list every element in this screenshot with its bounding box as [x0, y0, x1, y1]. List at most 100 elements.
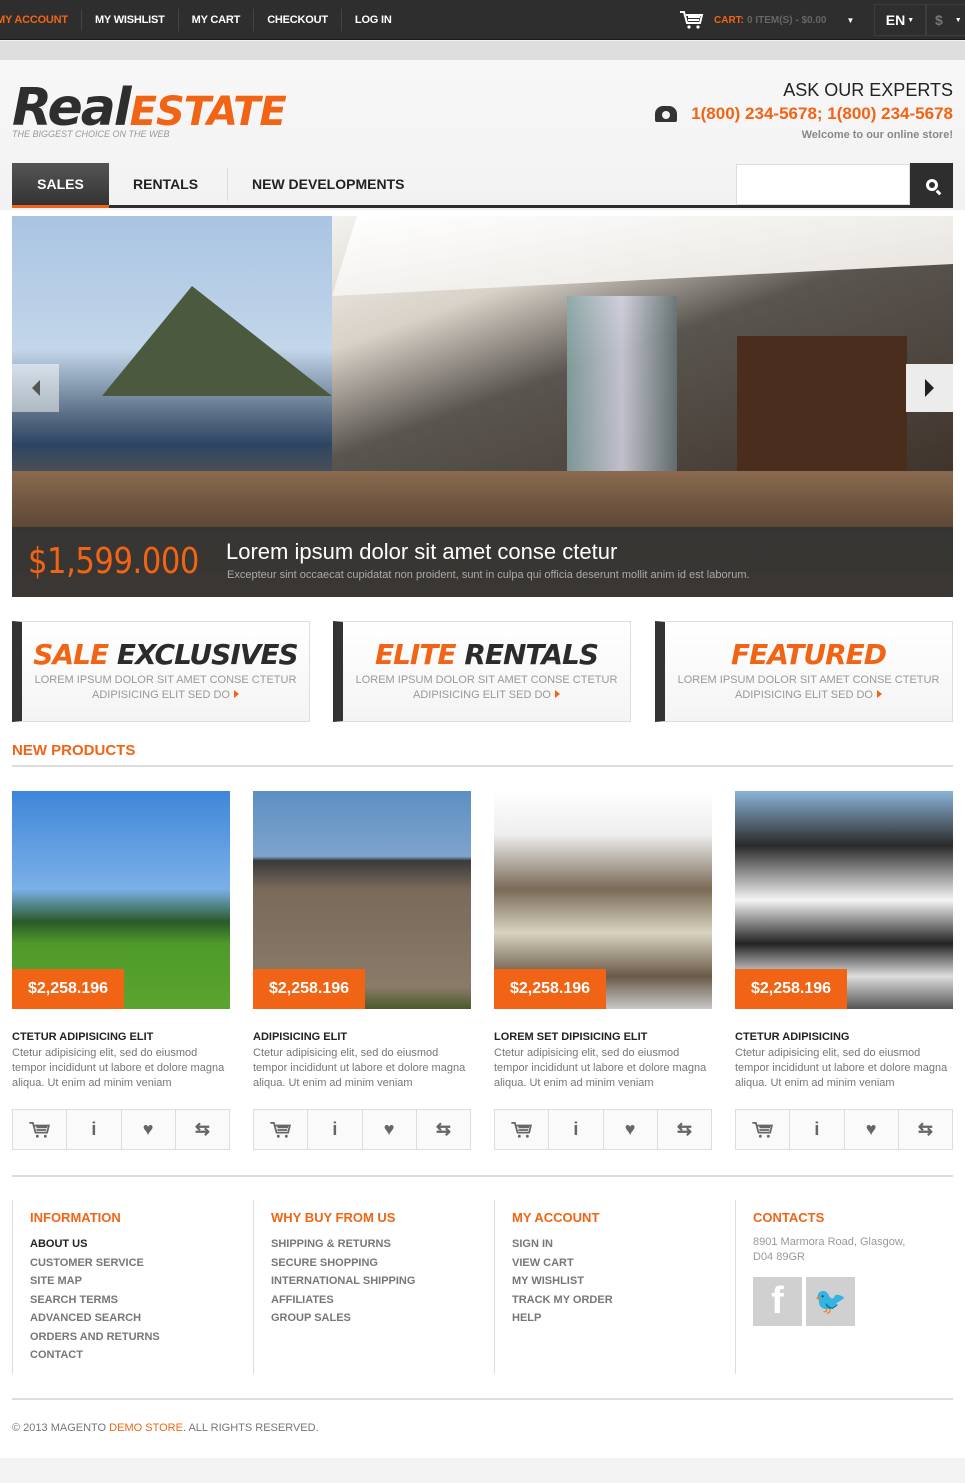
slider-prev-button[interactable] [12, 364, 59, 412]
nav-sales[interactable]: SALES [12, 163, 109, 208]
product-image[interactable]: $2,258.196 [494, 791, 712, 1009]
promo-banners: SALE EXCLUSIVES LOREM IPSUM DOLOR SIT AM… [12, 621, 953, 722]
footer-link-group-sales[interactable]: GROUP SALES [271, 1309, 483, 1328]
top-bar: MY ACCOUNT MY WISHLIST MY CART CHECKOUT … [0, 0, 965, 40]
footer-link-secure-shopping[interactable]: SECURE SHOPPING [271, 1254, 483, 1273]
info-button[interactable]: i [308, 1110, 363, 1149]
compare-button[interactable]: ⇆ [899, 1110, 952, 1149]
product-price: $2,258.196 [494, 969, 606, 1009]
product-image[interactable]: $2,258.196 [735, 791, 953, 1009]
footer-link-advanced-search[interactable]: ADVANCED SEARCH [30, 1309, 242, 1328]
copyright-text: © 2013 MAGENTO [12, 1422, 110, 1434]
footer-heading: MY ACCOUNT [512, 1210, 600, 1225]
banner-sale-exclusives[interactable]: SALE EXCLUSIVES LOREM IPSUM DOLOR SIT AM… [12, 621, 310, 722]
address-line1: 8901 Marmora Road, Glasgow, [753, 1236, 906, 1248]
banner-heading: SALE EXCLUSIVES [22, 638, 309, 671]
arrow-right-icon [876, 690, 882, 698]
cart-value: 0 ITEM(S) - $0.00 [747, 14, 827, 26]
compare-button[interactable]: ⇆ [658, 1110, 711, 1149]
add-to-cart-button[interactable] [495, 1110, 550, 1149]
info-button[interactable]: i [67, 1110, 122, 1149]
nav-new-developments[interactable]: NEW DEVELOPMENTS [252, 163, 404, 205]
footer-link-international-shipping[interactable]: INTERNATIONAL SHIPPING [271, 1272, 483, 1291]
banner-heading-orange: ELITE [374, 638, 457, 671]
cart-dropdown-icon[interactable]: ▼ [846, 16, 854, 25]
currency-select[interactable]: $ ▼ [926, 4, 965, 36]
log-in-link[interactable]: LOG IN [342, 9, 405, 31]
my-cart-link[interactable]: MY CART [179, 9, 255, 31]
demo-store-link[interactable]: DEMO STORE [109, 1422, 183, 1434]
slide-title: Lorem ipsum dolor sit amet conse ctetur [226, 539, 618, 564]
footer-link-view-cart[interactable]: VIEW CART [512, 1254, 724, 1273]
slide-mountain [102, 286, 332, 396]
footer-link-affiliates[interactable]: AFFILIATES [271, 1291, 483, 1310]
hero-slider: $1,599.000 Lorem ipsum dolor sit amet co… [12, 216, 953, 597]
twitter-icon[interactable]: 🐦 [806, 1277, 855, 1326]
compare-button[interactable]: ⇆ [176, 1110, 229, 1149]
add-to-cart-button[interactable] [13, 1110, 68, 1149]
my-wishlist-link[interactable]: MY WISHLIST [82, 9, 179, 31]
slide-subtitle: Excepteur sint occaecat cupidatat non pr… [227, 569, 750, 581]
cart-icon [680, 11, 704, 29]
footer-link-sign-in[interactable]: SIGN IN [512, 1235, 724, 1254]
banner-line1: LOREM IPSUM DOLOR SIT AMET CONSE CTETUR [677, 674, 940, 686]
arrow-right-icon [925, 379, 934, 397]
product-actions: i ♥ ⇆ [12, 1109, 230, 1150]
product-actions: i ♥ ⇆ [494, 1109, 712, 1150]
compare-button[interactable]: ⇆ [417, 1110, 470, 1149]
header-band [0, 41, 965, 60]
footer-link-orders-returns[interactable]: ORDERS AND RETURNS [30, 1328, 242, 1347]
product-name[interactable]: CTETUR ADIPISICING [735, 1031, 953, 1043]
banner-featured[interactable]: FEATURED LOREM IPSUM DOLOR SIT AMET CONS… [655, 621, 953, 722]
heart-icon: ♥ [865, 1119, 877, 1139]
arrow-left-icon [31, 380, 40, 396]
banner-heading: FEATURED [665, 638, 952, 671]
cart-summary[interactable]: CART: 0 ITEM(S) - $0.00 ▼ [680, 0, 854, 40]
slider-next-button[interactable] [906, 364, 953, 412]
add-to-cart-button[interactable] [736, 1110, 791, 1149]
nav-divider [227, 168, 228, 201]
checkout-link[interactable]: CHECKOUT [254, 9, 342, 31]
footer-link-site-map[interactable]: SITE MAP [30, 1272, 242, 1291]
footer-link-track-order[interactable]: TRACK MY ORDER [512, 1291, 724, 1310]
wishlist-button[interactable]: ♥ [845, 1110, 899, 1149]
product-image[interactable]: $2,258.196 [12, 791, 230, 1009]
banner-heading-dark: EXCLUSIVES [116, 638, 299, 671]
product-image[interactable]: $2,258.196 [253, 791, 471, 1009]
banner-elite-rentals[interactable]: ELITE RENTALS LOREM IPSUM DOLOR SIT AMET… [333, 621, 631, 722]
arrow-right-icon [233, 690, 239, 698]
search-button[interactable] [910, 163, 953, 206]
footer-link-customer-service[interactable]: CUSTOMER SERVICE [30, 1254, 242, 1273]
footer-link-about-us[interactable]: ABOUT US [30, 1235, 242, 1254]
arrow-right-icon [554, 690, 560, 698]
nav-rentals[interactable]: RENTALS [133, 163, 198, 205]
language-select[interactable]: EN ▼ [874, 4, 926, 36]
add-to-cart-button[interactable] [254, 1110, 309, 1149]
product-name[interactable]: ADIPISICING ELIT [253, 1031, 471, 1043]
facebook-icon[interactable]: f [753, 1277, 802, 1326]
product-price: $2,258.196 [12, 969, 124, 1009]
footer-divider [12, 1175, 953, 1177]
my-account-link[interactable]: MY ACCOUNT [0, 9, 82, 31]
wishlist-button[interactable]: ♥ [122, 1110, 176, 1149]
info-button[interactable]: i [549, 1110, 604, 1149]
wishlist-button[interactable]: ♥ [363, 1110, 417, 1149]
footer-link-contact[interactable]: CONTACT [30, 1346, 242, 1365]
banner-line2: ADIPISICING ELIT SED DO [735, 689, 873, 701]
footer-link-search-terms[interactable]: SEARCH TERMS [30, 1291, 242, 1310]
footer-my-account: MY ACCOUNT SIGN IN VIEW CART MY WISHLIST… [494, 1200, 724, 1374]
footer-information: INFORMATION ABOUT US CUSTOMER SERVICE SI… [12, 1200, 242, 1374]
search-input[interactable] [736, 164, 910, 205]
banner-heading-orange: FEATURED [730, 638, 887, 671]
footer-heading: INFORMATION [30, 1210, 121, 1225]
wishlist-button[interactable]: ♥ [604, 1110, 658, 1149]
footer-link-my-wishlist[interactable]: MY WISHLIST [512, 1272, 724, 1291]
banner-line1: LOREM IPSUM DOLOR SIT AMET CONSE CTETUR [34, 674, 297, 686]
product-name[interactable]: LOREM SET DIPISICING ELIT [494, 1031, 712, 1043]
product-name[interactable]: CTETUR ADIPISICING ELIT [12, 1031, 230, 1043]
language-value: EN [885, 12, 906, 28]
compare-icon: ⇆ [194, 1119, 210, 1139]
footer-link-shipping-returns[interactable]: SHIPPING & RETURNS [271, 1235, 483, 1254]
footer-link-help[interactable]: HELP [512, 1309, 724, 1328]
info-button[interactable]: i [790, 1110, 845, 1149]
